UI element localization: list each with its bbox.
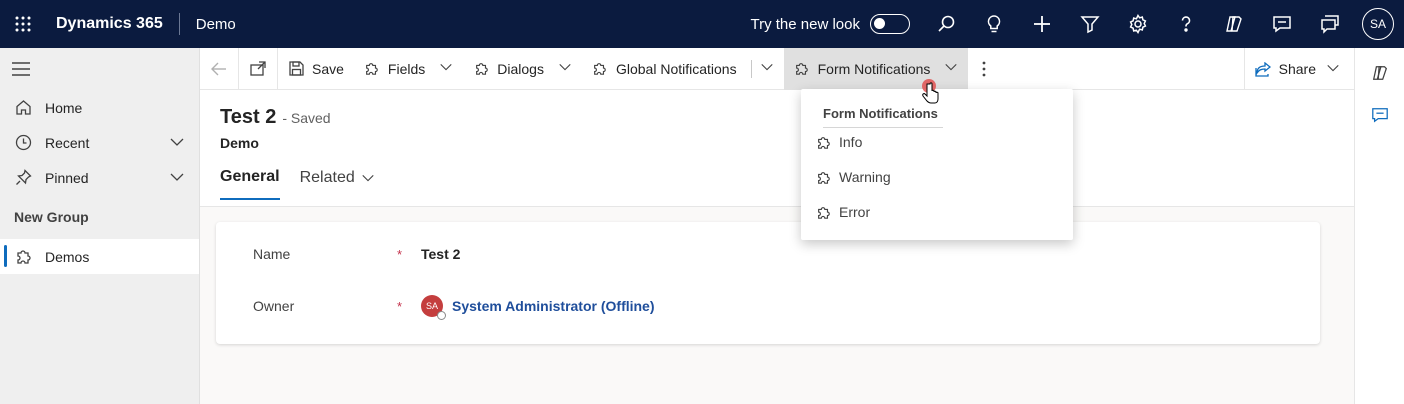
tab-related-label: Related	[299, 169, 355, 186]
name-label: Name	[253, 246, 291, 262]
chevron-down-icon[interactable]	[439, 60, 453, 77]
share-icon	[1254, 61, 1271, 77]
sidebar-item-label: Recent	[45, 134, 90, 151]
form-notifications-label: Form Notifications	[817, 60, 931, 77]
name-field-row: Name * Test 2	[253, 246, 460, 262]
lightbulb-icon[interactable]	[970, 0, 1018, 48]
name-field[interactable]: Test 2	[421, 246, 460, 262]
plus-icon[interactable]	[1018, 0, 1066, 48]
menu-item-label: Info	[839, 134, 863, 150]
menu-item-info[interactable]: Info	[815, 134, 862, 150]
menu-item-error[interactable]: Error	[815, 204, 870, 220]
user-avatar[interactable]: SA	[1362, 8, 1394, 40]
sidebar-item-demos[interactable]: Demos	[0, 239, 199, 274]
dialogs-button[interactable]: Dialogs	[463, 48, 582, 90]
puzzle-icon	[815, 134, 831, 150]
share-button[interactable]: Share	[1243, 48, 1354, 90]
puzzle-icon	[592, 61, 608, 77]
puzzle-icon	[794, 61, 810, 77]
record-header: Test 2 - Saved Demo General Related	[200, 90, 1354, 207]
chat-icon[interactable]	[1258, 0, 1306, 48]
help-icon[interactable]	[1162, 0, 1210, 48]
owner-label: Owner	[253, 298, 295, 314]
required-indicator: *	[397, 246, 403, 262]
form-tabs: General Related	[220, 168, 395, 200]
copilot-icon[interactable]	[1210, 0, 1258, 48]
puzzle-icon	[815, 204, 831, 220]
chevron-down-icon	[361, 171, 375, 185]
owner-link[interactable]: System Administrator (Offline)	[452, 298, 655, 314]
share-label: Share	[1278, 61, 1316, 77]
chevron-down-icon[interactable]	[1326, 61, 1340, 78]
main-area: Save Fields Dialogs Global Notifications…	[200, 47, 1354, 404]
owner-avatar: SA	[421, 295, 446, 320]
chevron-down-icon[interactable]	[944, 60, 958, 77]
chevron-down-icon[interactable]	[169, 169, 185, 188]
top-bar: Dynamics 365 Demo Try the new look SA	[0, 0, 1404, 48]
hamburger-icon[interactable]	[0, 48, 199, 90]
try-new-look-toggle[interactable]	[870, 14, 910, 34]
sidebar-item-label: Demos	[45, 248, 90, 265]
fields-label: Fields	[387, 60, 426, 77]
form-notifications-menu: Form Notifications Info Warning Error	[801, 89, 1073, 240]
brand-name[interactable]: Dynamics 365	[56, 15, 163, 33]
record-entity: Demo	[220, 135, 259, 151]
filter-icon[interactable]	[1066, 0, 1114, 48]
waffle-icon[interactable]	[0, 0, 46, 48]
pointer-cursor-icon	[919, 78, 941, 109]
global-notifications-button[interactable]: Global Notifications	[582, 48, 784, 90]
menu-title: Form Notifications	[823, 106, 943, 128]
tab-related[interactable]: Related	[300, 168, 375, 200]
save-label: Save	[312, 60, 344, 77]
menu-item-label: Error	[839, 204, 871, 220]
save-button[interactable]: Save	[278, 48, 354, 90]
puzzle-icon	[815, 169, 831, 185]
global-notifications-label: Global Notifications	[615, 60, 737, 77]
required-indicator: *	[397, 298, 403, 314]
save-icon	[288, 61, 304, 77]
app-name[interactable]: Demo	[196, 16, 236, 33]
record-save-status: - Saved	[282, 110, 331, 126]
presence-icon	[437, 311, 446, 320]
home-icon	[14, 99, 32, 117]
sidebar-item-label: Home	[45, 99, 83, 116]
tab-general[interactable]: General	[220, 168, 280, 200]
record-title: Test 2	[220, 106, 277, 128]
dialogs-label: Dialogs	[497, 60, 544, 77]
chevron-down-icon[interactable]	[558, 60, 572, 77]
search-icon[interactable]	[922, 0, 970, 48]
sidebar: Home Recent Pinned New Group Demos	[0, 48, 200, 404]
command-bar: Save Fields Dialogs Global Notifications…	[200, 47, 1354, 90]
feedback-icon[interactable]	[1306, 0, 1354, 48]
more-commands-icon[interactable]	[968, 48, 1000, 90]
menu-item-warning[interactable]: Warning	[815, 169, 891, 185]
owner-field-row: Owner * SA System Administrator (Offline…	[253, 295, 655, 320]
chevron-down-icon[interactable]	[760, 60, 774, 77]
sidebar-item-label: Pinned	[45, 169, 89, 186]
puzzle-icon	[473, 61, 489, 77]
pin-icon	[14, 169, 32, 187]
open-new-window-button[interactable]	[239, 48, 277, 90]
puzzle-icon	[14, 248, 32, 266]
back-button[interactable]	[200, 48, 238, 90]
chevron-down-icon[interactable]	[169, 134, 185, 153]
brand-divider	[178, 13, 180, 35]
sidebar-item-pinned[interactable]: Pinned	[0, 160, 199, 195]
fields-button[interactable]: Fields	[354, 48, 463, 90]
try-new-look-label: Try the new look	[750, 15, 861, 33]
puzzle-icon	[364, 61, 380, 77]
sidebar-item-home[interactable]: Home	[0, 90, 199, 125]
general-section-card: Name * Test 2 Owner * SA System Administ…	[216, 222, 1320, 344]
right-rail	[1354, 48, 1404, 404]
settings-icon[interactable]	[1114, 0, 1162, 48]
sidebar-item-recent[interactable]: Recent	[0, 125, 199, 160]
menu-item-label: Warning	[839, 169, 891, 185]
chat-icon[interactable]	[1355, 90, 1404, 140]
sidebar-group-title: New Group	[14, 209, 89, 225]
clock-icon	[14, 134, 32, 152]
